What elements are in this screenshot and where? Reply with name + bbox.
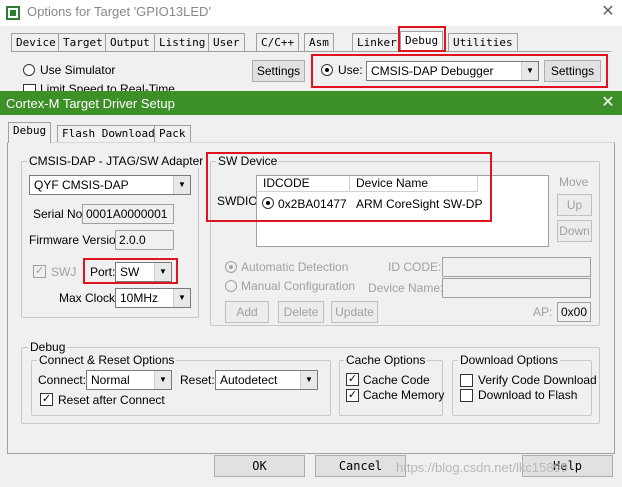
tab-target[interactable]: Target [58, 33, 108, 51]
move-up-button[interactable]: Up [557, 194, 592, 216]
auto-detect-label: Automatic Detection [241, 260, 349, 274]
connect-select[interactable]: Normal ▼ [86, 370, 172, 390]
manual-config-radio[interactable] [225, 280, 237, 292]
reset-select-value: Autodetect [220, 373, 278, 387]
cancel-button[interactable]: Cancel [315, 455, 406, 477]
move-down-button[interactable]: Down [557, 220, 592, 242]
dialog-tab-flash-download[interactable]: Flash Download [57, 125, 160, 142]
manual-config-label: Manual Configuration [241, 279, 356, 293]
delete-button[interactable]: Delete [278, 301, 324, 323]
firmware-label: Firmware Version: [29, 233, 126, 247]
verify-download-label: Verify Code Download [478, 373, 597, 387]
move-label: Move [559, 175, 589, 189]
outer-close-icon[interactable]: ✕ [598, 2, 618, 22]
tab-debug[interactable]: Debug [400, 31, 444, 52]
connect-select-value: Normal [91, 373, 130, 387]
add-button[interactable]: Add [225, 301, 269, 323]
swj-label: SWJ [51, 265, 77, 279]
dialog-tab-debug[interactable]: Debug [8, 122, 52, 143]
tab-listing[interactable]: Listing [154, 33, 211, 51]
tab-asm[interactable]: Asm [304, 33, 334, 51]
id-code-label: ID CODE: [388, 260, 442, 274]
port-label: Port: [90, 265, 116, 279]
cache-memory-label: Cache Memory [363, 388, 445, 402]
connect-label: Connect: [38, 373, 87, 387]
serial-field: 0001A0000001 [82, 204, 174, 224]
reset-select[interactable]: Autodetect ▼ [215, 370, 318, 390]
tab-device[interactable]: Device [11, 33, 61, 51]
device-name-label: Device Name: [368, 281, 444, 295]
auto-detect-radio[interactable] [225, 261, 237, 273]
adapter-select[interactable]: QYF CMSIS-DAP ▼ [29, 175, 191, 195]
adapter-select-value: QYF CMSIS-DAP [34, 178, 129, 192]
port-select-value: SW [120, 265, 140, 279]
chevron-down-icon: ▼ [173, 289, 190, 307]
chevron-down-icon: ▼ [300, 371, 317, 389]
use-debugger-label: Use: [338, 63, 363, 77]
download-to-flash-label: Download to Flash [478, 388, 578, 402]
cache-memory-checkbox[interactable]: ✓ [346, 389, 359, 402]
cache-code-label: Cache Code [363, 373, 430, 387]
connect-reset-group-label: Connect & Reset Options [37, 353, 177, 367]
tab-utilities[interactable]: Utilities [448, 33, 518, 51]
reset-label: Reset: [180, 373, 215, 387]
update-button[interactable]: Update [331, 301, 378, 323]
serial-label: Serial No: [33, 207, 86, 221]
use-simulator-radio[interactable] [23, 64, 35, 76]
use-simulator-label: Use Simulator [40, 63, 116, 77]
ap-field[interactable]: 0x00 [557, 302, 591, 322]
tab-linker[interactable]: Linker [352, 33, 402, 51]
download-to-flash-checkbox[interactable] [460, 389, 473, 402]
limit-speed-label: Limit Speed to Real-Time [40, 82, 175, 91]
max-clock-select[interactable]: 10MHz ▼ [115, 288, 191, 308]
debugger-select[interactable]: CMSIS-DAP Debugger ▼ [366, 61, 539, 81]
swj-checkbox[interactable]: ✓ [33, 265, 46, 278]
verify-download-checkbox[interactable] [460, 374, 473, 387]
cache-options-group-label: Cache Options [344, 353, 428, 367]
firmware-field: 2.0.0 [115, 230, 174, 250]
limit-speed-checkbox[interactable] [23, 84, 36, 91]
max-clock-label: Max Clock: [59, 291, 119, 305]
port-select[interactable]: SW ▼ [115, 262, 172, 282]
adapter-group-label: CMSIS-DAP - JTAG/SW Adapter [27, 154, 206, 168]
dialog-close-icon[interactable]: ✕ [598, 93, 618, 113]
outer-window-title: Options for Target 'GPIO13LED' [27, 4, 211, 19]
chevron-down-icon: ▼ [521, 62, 538, 80]
tab-cpp[interactable]: C/C++ [256, 33, 300, 51]
tab-output[interactable]: Output [105, 33, 155, 51]
outer-tab-divider [11, 51, 611, 52]
cache-code-checkbox[interactable]: ✓ [346, 373, 359, 386]
keil-app-icon [6, 6, 20, 20]
debugger-settings-button[interactable]: Settings [544, 60, 601, 82]
column-header-idcode[interactable]: IDCODE [257, 176, 350, 192]
chevron-down-icon: ▼ [154, 371, 171, 389]
reset-after-connect-label: Reset after Connect [58, 393, 165, 407]
ap-label: AP: [533, 305, 553, 319]
device-row-radio[interactable] [262, 197, 274, 209]
watermark-text: https://blog.csdn.net/lkc15899 [396, 460, 569, 475]
device-name-field[interactable] [442, 278, 591, 298]
debugger-select-value: CMSIS-DAP Debugger [371, 64, 494, 78]
use-debugger-radio[interactable] [321, 64, 333, 76]
chevron-down-icon: ▼ [154, 263, 171, 281]
sw-device-group-label: SW Device [216, 154, 280, 168]
chevron-down-icon: ▼ [173, 176, 190, 194]
reset-after-connect-checkbox[interactable]: ✓ [40, 393, 53, 406]
id-code-field[interactable] [442, 257, 591, 277]
dialog-tab-pack[interactable]: Pack [154, 125, 191, 142]
dialog-title: Cortex-M Target Driver Setup [6, 96, 175, 111]
simulator-settings-button[interactable]: Settings [252, 60, 305, 82]
column-header-device-name[interactable]: Device Name [350, 176, 478, 192]
ok-button[interactable]: OK [214, 455, 305, 477]
device-name[interactable]: ARM CoreSight SW-DP [356, 197, 482, 211]
max-clock-select-value: 10MHz [120, 291, 159, 305]
tab-user[interactable]: User [208, 33, 245, 51]
swdio-label: SWDIO [217, 194, 258, 208]
download-options-group-label: Download Options [458, 353, 561, 367]
device-idcode[interactable]: 0x2BA01477 [278, 197, 347, 211]
